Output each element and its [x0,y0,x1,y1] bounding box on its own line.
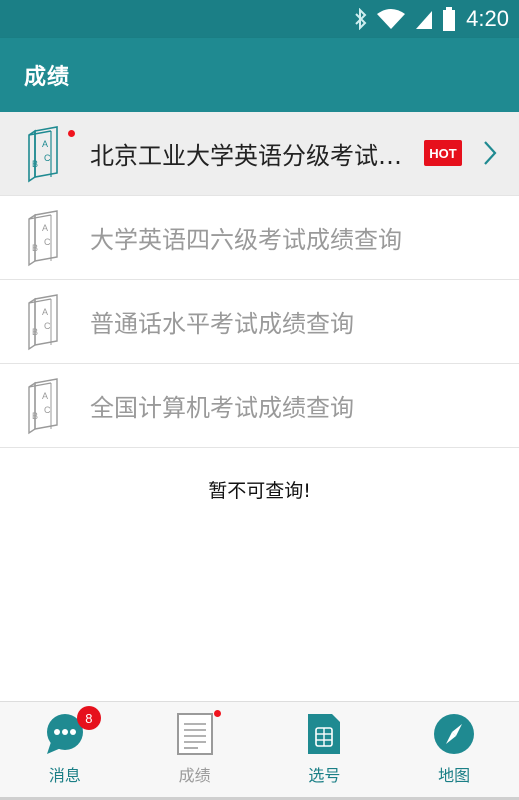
new-indicator-dot [213,710,221,717]
wifi-icon [376,8,406,30]
nav-item-scores[interactable]: 成绩 [130,702,260,800]
svg-text:C: C [44,321,51,331]
list-item-mandarin[interactable]: A C B 普通话水平考试成绩查询 [0,280,519,364]
nav-item-number-select[interactable]: 选号 [260,702,390,800]
page-title: 成绩 [24,65,71,90]
list-item-label: 大学英语四六级考试成绩查询 [90,226,402,254]
svg-text:B: B [32,327,38,337]
unread-count-badge: 8 [76,706,101,730]
nav-label: 地图 [438,766,471,785]
nav-label: 消息 [48,766,81,785]
chevron-right-icon [482,140,498,170]
bluetooth-icon [354,8,368,30]
score-query-list: A C B 北京工业大学英语分级考试成绩查询 HOT A C B 大学英语四六级… [0,112,519,448]
hot-badge: HOT [424,140,462,166]
new-indicator-dot [68,129,75,137]
list-item-label: 普通话水平考试成绩查询 [90,310,354,338]
status-bar: 4:20 [0,0,519,38]
battery-icon [442,7,456,31]
svg-text:A: A [42,391,48,401]
svg-text:B: B [32,243,38,253]
sim-card-icon [308,714,341,754]
document-icon [176,713,213,755]
svg-text:B: B [32,411,38,421]
svg-text:A: A [42,139,48,149]
nav-label: 成绩 [178,766,211,785]
list-item-cet[interactable]: A C B 大学英语四六级考试成绩查询 [0,196,519,280]
bottom-nav: 8 消息 成绩 选号 地图 [0,701,519,800]
nav-label: 选号 [308,766,341,785]
nav-item-messages[interactable]: 8 消息 [0,702,130,800]
unavailable-notice: 暂不可查询! [208,480,311,502]
svg-text:A: A [42,307,48,317]
list-item-label: 全国计算机考试成绩查询 [90,394,354,422]
book-icon: A C B [28,125,58,182]
svg-text:C: C [44,153,51,163]
app-bar: 成绩 [0,38,519,112]
compass-icon [434,714,475,754]
book-icon: A C B [28,209,58,266]
svg-text:C: C [44,237,51,247]
list-item-english-placement[interactable]: A C B 北京工业大学英语分级考试成绩查询 HOT [0,112,519,196]
svg-text:C: C [44,405,51,415]
book-icon: A C B [28,293,58,350]
svg-text:A: A [42,223,48,233]
book-icon: A C B [28,377,58,434]
svg-text:B: B [32,159,38,169]
signal-icon [414,8,434,30]
nav-item-map[interactable]: 地图 [389,702,519,800]
list-item-computer-exam[interactable]: A C B 全国计算机考试成绩查询 [0,364,519,448]
list-item-label: 北京工业大学英语分级考试成绩查询 [90,142,410,170]
clock: 4:20 [466,6,509,31]
